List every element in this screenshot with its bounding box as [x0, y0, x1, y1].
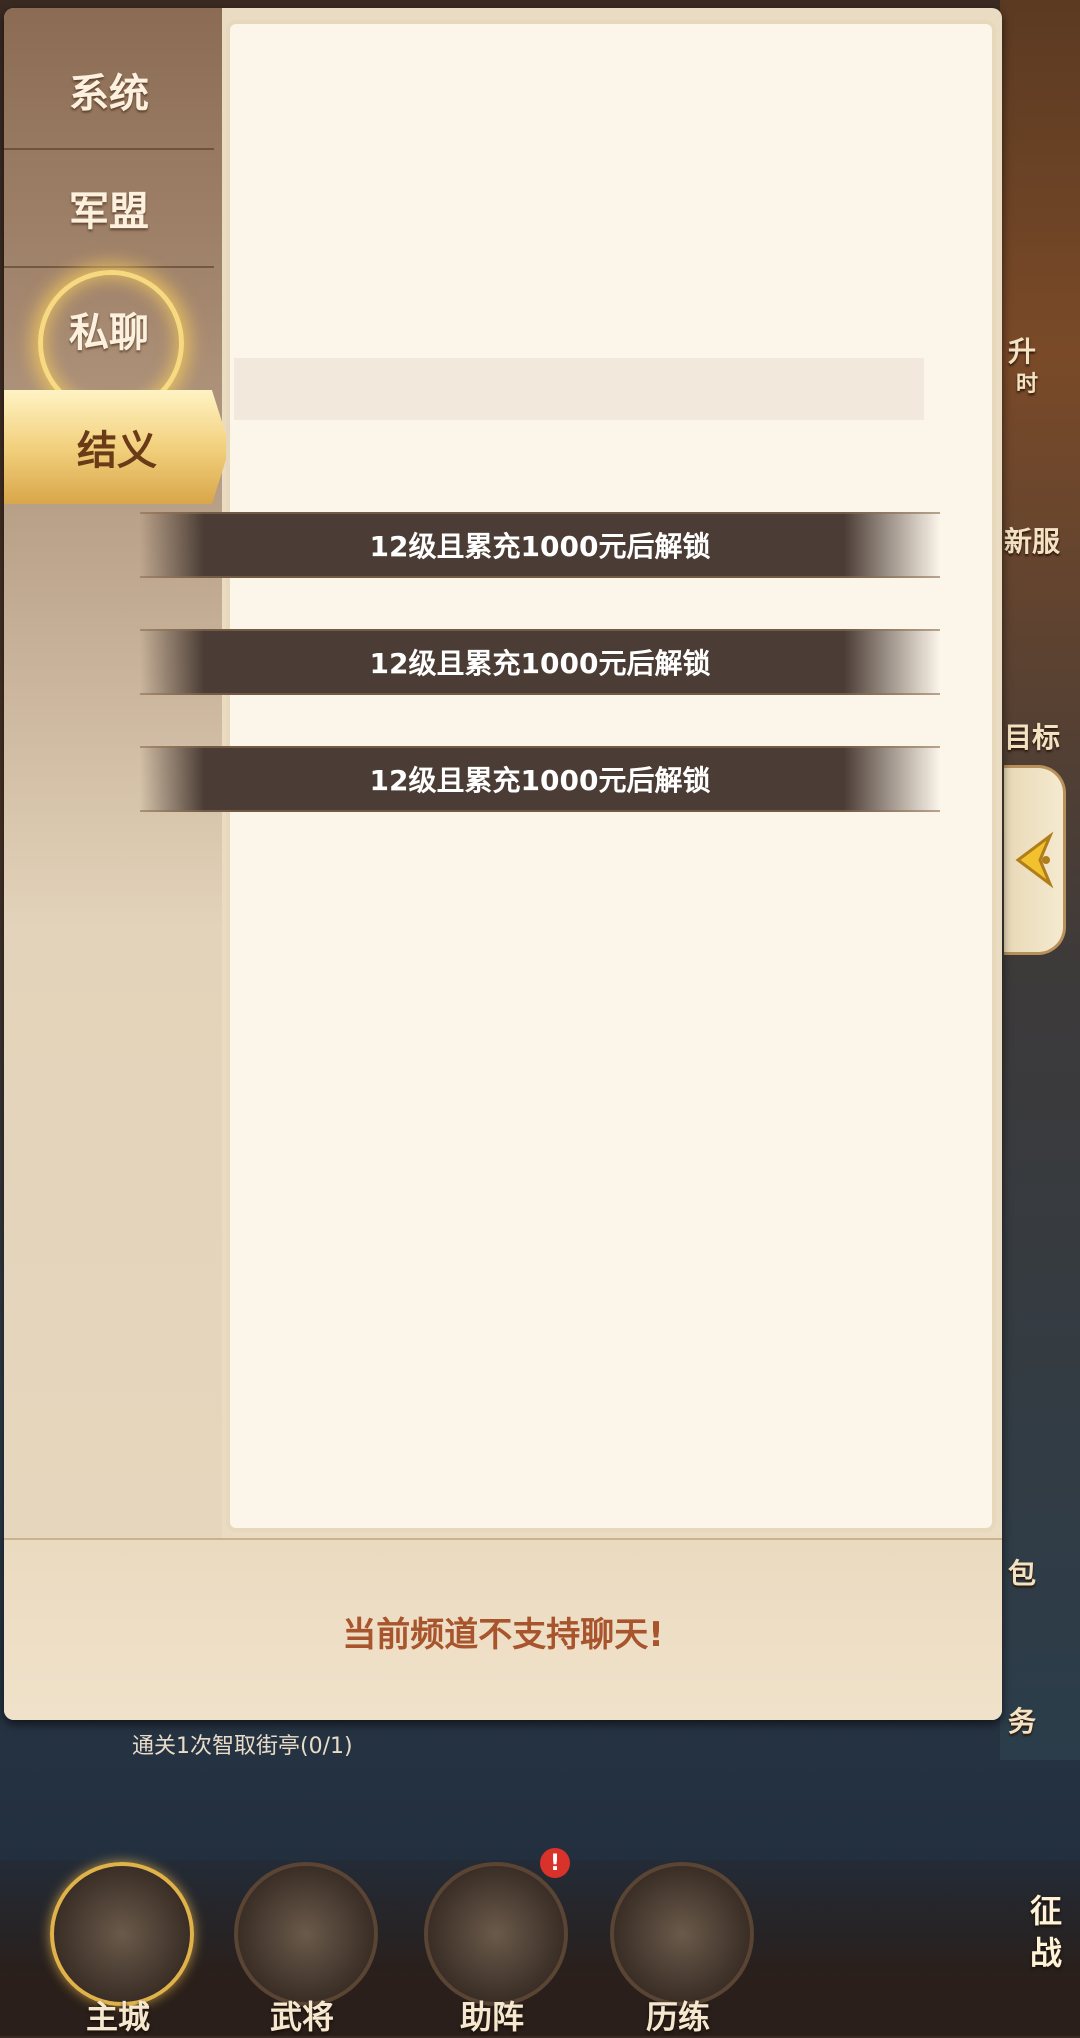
locked-notice: 12级且累充1000元后解锁: [140, 629, 940, 695]
nav-training-label: 历练: [645, 1998, 710, 2036]
nav-support-button[interactable]: [424, 1862, 568, 2006]
nav-support-label: 助阵: [459, 1998, 524, 2036]
side-label: 目标: [1004, 721, 1061, 754]
tab-alliance[interactable]: 军盟: [4, 150, 214, 268]
nav-generals-label: 武将: [269, 1998, 334, 2036]
chat-footer: 当前频道不支持聊天!: [4, 1538, 1002, 1720]
locked-notice: 12级且累充1000元后解锁: [140, 512, 940, 578]
arrow-left-icon: [1015, 831, 1053, 889]
side-label: 升: [1008, 335, 1037, 368]
task-progress-text: 通关1次智取街亭(0/1): [132, 1734, 353, 1759]
nav-main-city-label: 主城: [85, 1998, 150, 2036]
tab-sworn-brothers[interactable]: 结义: [4, 390, 230, 504]
chat-panel: 系统 军盟 私聊 结义 12级且累充1000元后解锁 12级且累充1000元后解…: [4, 8, 1002, 1720]
side-label: 新服: [1004, 525, 1061, 558]
side-label: 时: [1016, 372, 1039, 397]
tab-private-chat[interactable]: 私聊: [4, 270, 214, 388]
notification-badge: !: [540, 1848, 570, 1878]
faint-message-row: [234, 358, 924, 420]
side-label: 务: [1008, 1705, 1037, 1738]
tab-system[interactable]: 系统: [4, 32, 214, 150]
nav-main-city-button[interactable]: [50, 1862, 194, 2006]
locked-notice: 12级且累充1000元后解锁: [140, 746, 940, 812]
nav-training-button[interactable]: [610, 1862, 754, 2006]
expedition-button[interactable]: 征战: [1030, 1890, 1070, 1974]
nav-generals-button[interactable]: [234, 1862, 378, 2006]
side-label: 包: [1008, 1557, 1037, 1590]
collapse-panel-button[interactable]: [1004, 765, 1066, 955]
channel-not-supported-text: 当前频道不支持聊天!: [342, 1614, 664, 1655]
